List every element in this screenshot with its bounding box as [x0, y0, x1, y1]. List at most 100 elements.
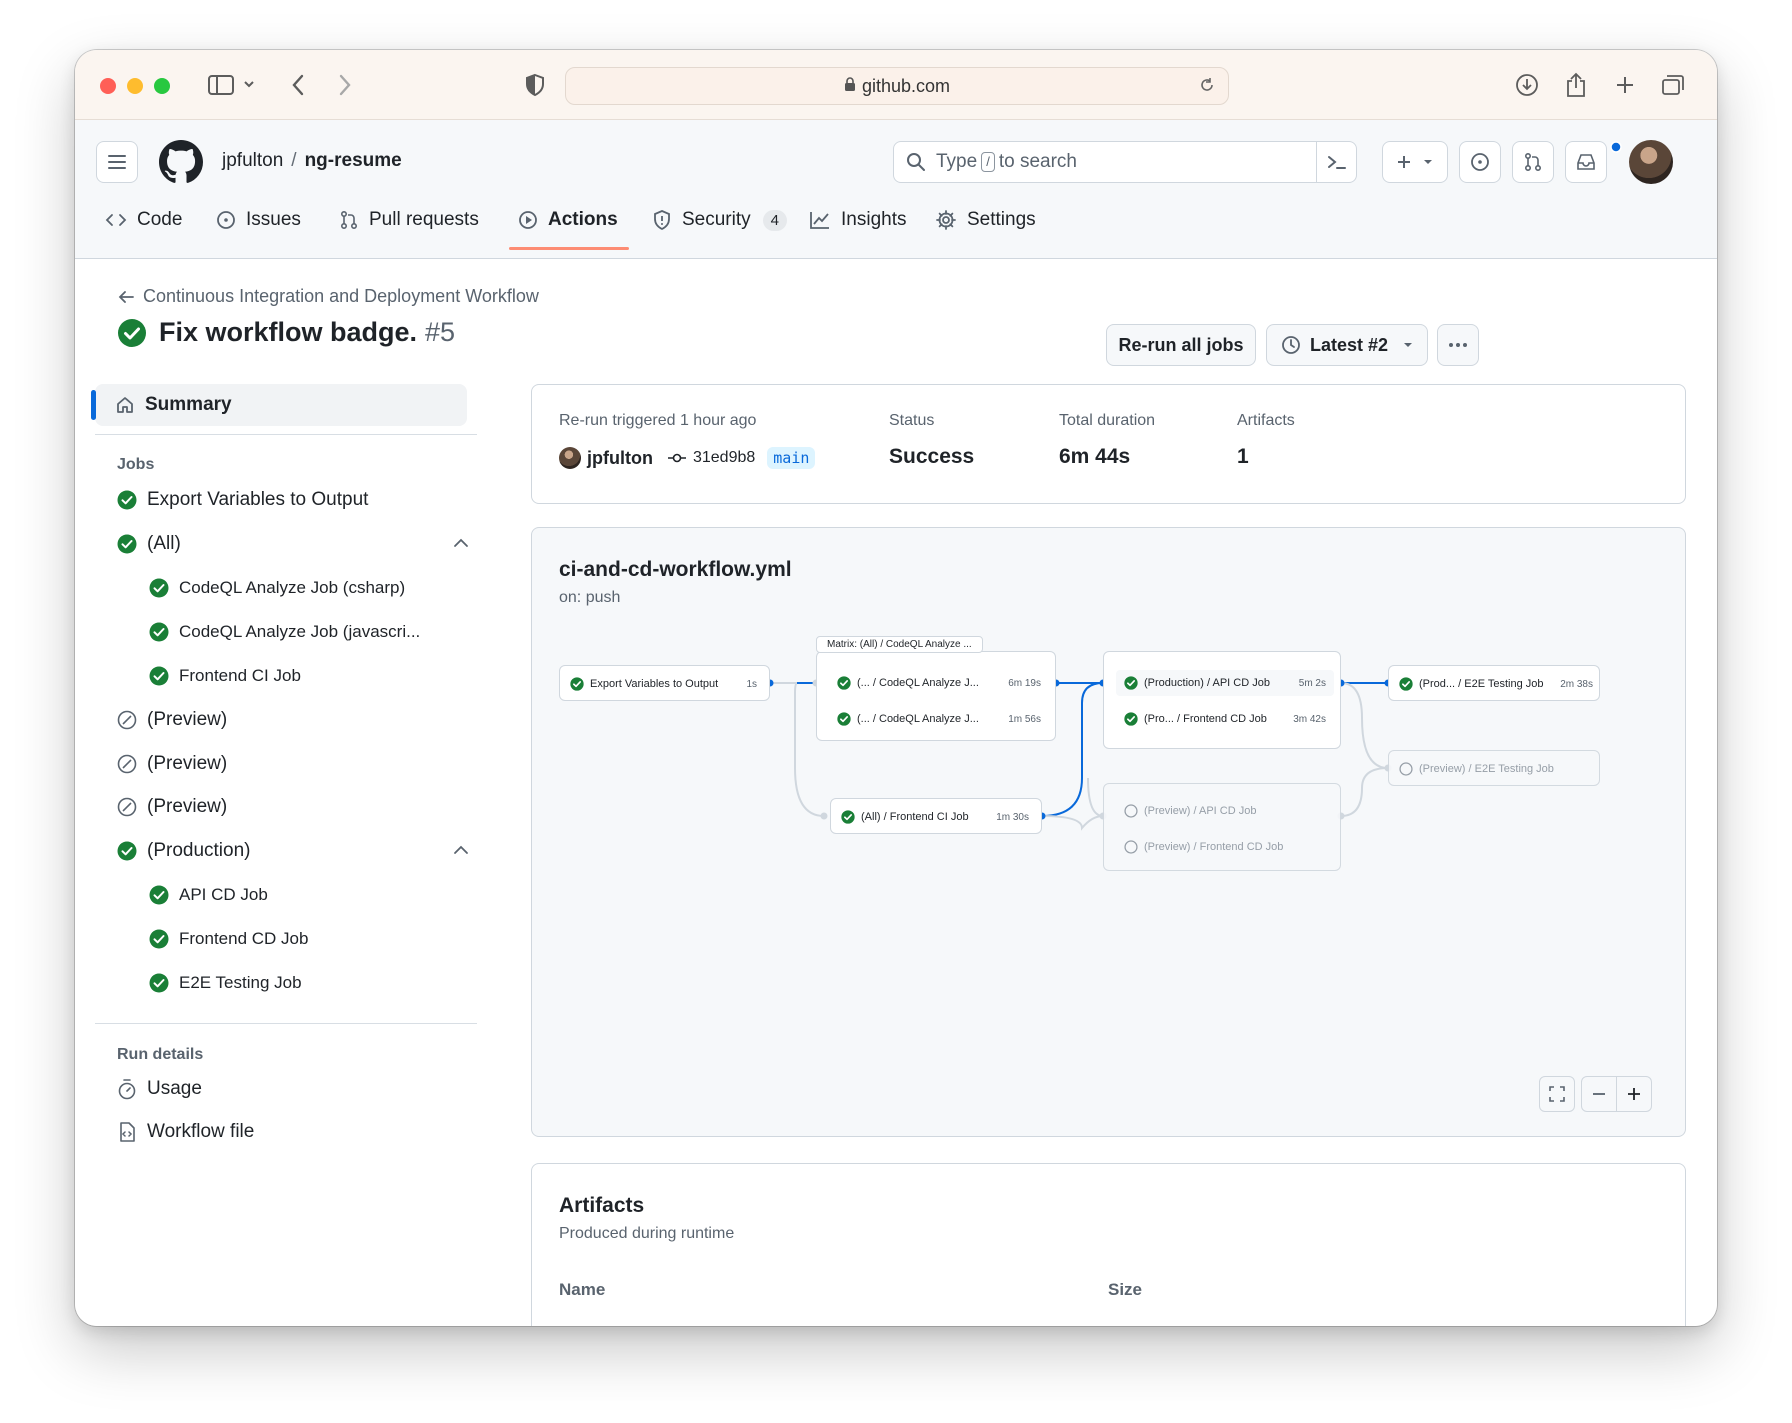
matrix-label: Matrix: (All) / CodeQL Analyze ... [816, 636, 983, 653]
graph-job-codeql-1[interactable]: (... / CodeQL Analyze J... 6m 19s [837, 670, 1049, 696]
search-input[interactable]: Type / to search [893, 141, 1357, 183]
graph-job-frontend-ci[interactable]: (All) / Frontend CI Job 1m 30s [830, 798, 1042, 834]
tab-actions[interactable]: Actions [518, 190, 618, 250]
commit-link[interactable]: 31ed9b8 [693, 449, 755, 467]
user-avatar[interactable] [1629, 140, 1673, 184]
rerun-all-jobs-button[interactable]: Re-run all jobs [1106, 324, 1256, 366]
fullscreen-button[interactable] [1539, 1076, 1575, 1112]
skip-icon [117, 710, 137, 730]
sidebar-item-label: E2E Testing Job [179, 973, 302, 992]
pull-requests-button[interactable] [1512, 141, 1554, 183]
graph-job-e2e-production[interactable]: (Prod... / E2E Testing Job 2m 38s [1388, 665, 1600, 701]
sidebar-job-preview-2[interactable]: (Preview) [117, 749, 227, 779]
issues-button[interactable] [1459, 141, 1501, 183]
duration-value: 6m 44s [1059, 445, 1131, 468]
command-palette-icon[interactable] [1316, 142, 1356, 182]
sidebar-item-summary[interactable]: Summary [91, 384, 467, 426]
tab-pull-requests[interactable]: Pull requests [339, 190, 479, 250]
menu-button[interactable] [96, 141, 138, 183]
sidebar-item-workflow-file[interactable]: Workflow file [117, 1117, 254, 1147]
sidebar-job-frontend-ci[interactable]: Frontend CI Job [149, 661, 301, 691]
forward-arrow-icon[interactable] [330, 70, 360, 100]
zoom-window-button[interactable] [154, 78, 170, 94]
attempt-select-button[interactable]: Latest #2 [1266, 324, 1428, 366]
graph-job-e2e-preview[interactable]: (Preview) / E2E Testing Job [1388, 750, 1600, 786]
tab-label: Code [137, 209, 183, 230]
sidebar-job-api-cd[interactable]: API CD Job [149, 880, 268, 910]
sidebar-job-export-variables[interactable]: Export Variables to Output [117, 485, 368, 515]
download-icon[interactable] [1512, 70, 1542, 100]
chevron-up-icon[interactable] [453, 538, 469, 548]
actor-link[interactable]: jpfulton [587, 448, 653, 469]
shield-icon[interactable] [520, 70, 550, 100]
inbox-button[interactable] [1565, 141, 1607, 183]
artifacts-column-size: Size [1108, 1280, 1143, 1299]
graph-job-production-api-cd[interactable]: (Production) / API CD Job 5m 2s [1116, 670, 1334, 696]
notification-dot-icon [1610, 141, 1622, 153]
graph-job-production-frontend-cd[interactable]: (Pro... / Frontend CD Job 3m 42s [1124, 706, 1334, 732]
branch-label[interactable]: main [767, 447, 816, 469]
sidebar-job-preview-3[interactable]: (Preview) [117, 792, 227, 822]
zoom-out-button[interactable] [1581, 1076, 1617, 1112]
sidebar-toggle-icon[interactable] [203, 70, 259, 100]
graph-matrix-codeql: (... / CodeQL Analyze J... 6m 19s (... /… [816, 651, 1056, 741]
check-circle-fill-icon [149, 666, 169, 686]
tab-issues[interactable]: Issues [216, 190, 301, 250]
sidebar-job-frontend-cd[interactable]: Frontend CD Job [149, 924, 308, 954]
check-circle-fill-icon [117, 841, 137, 861]
sidebar-job-codeql-csharp[interactable]: CodeQL Analyze Job (csharp) [149, 573, 405, 603]
home-icon [117, 397, 133, 413]
repo-nav: Code Issues Pull requests Actions Securi… [75, 190, 1717, 268]
sidebar-item-label: (All) [147, 533, 181, 554]
arrow-left-icon [118, 290, 134, 303]
tab-code[interactable]: Code [105, 190, 182, 250]
sidebar-job-e2e-testing[interactable]: E2E Testing Job [149, 968, 302, 998]
sidebar-item-usage[interactable]: Usage [117, 1074, 202, 1104]
zoom-in-button[interactable] [1616, 1076, 1652, 1112]
graph-job-preview-api-cd[interactable]: (Preview) / API CD Job [1124, 798, 1334, 824]
history-icon [1282, 336, 1300, 354]
close-window-button[interactable] [100, 78, 116, 94]
check-circle-fill-icon [117, 534, 137, 554]
tab-overview-icon[interactable] [1658, 70, 1688, 100]
check-circle-fill-icon [149, 578, 169, 598]
tab-settings[interactable]: Settings [935, 190, 1036, 250]
workflow-name: Continuous Integration and Deployment Wo… [143, 286, 539, 306]
reload-icon[interactable] [1198, 76, 1216, 99]
hamburger-icon [108, 155, 126, 169]
address-bar[interactable]: github.com [565, 67, 1229, 105]
graph-job-export-variables[interactable]: Export Variables to Output 1s [559, 665, 770, 701]
graph-job-duration: 1s [746, 678, 757, 690]
workflow-back-link[interactable]: Continuous Integration and Deployment Wo… [117, 286, 539, 307]
repo-link[interactable]: ng-resume [305, 150, 402, 171]
sidebar-job-codeql-javascript[interactable]: CodeQL Analyze Job (javascri... [149, 617, 420, 647]
tab-security[interactable]: Security 4 [652, 190, 787, 250]
share-icon[interactable] [1561, 70, 1591, 100]
artifacts-title: Artifacts [559, 1194, 645, 1217]
sidebar-job-group-production[interactable]: (Production) [117, 836, 251, 866]
owner-link[interactable]: jpfulton [222, 150, 283, 171]
more-options-button[interactable] [1437, 324, 1479, 366]
back-arrow-icon[interactable] [283, 70, 313, 100]
sidebar-job-group-all[interactable]: (All) [117, 529, 181, 559]
chevron-up-icon[interactable] [453, 845, 469, 855]
github-logo-icon[interactable] [159, 140, 203, 189]
sidebar-item-label: (Preview) [147, 753, 228, 774]
tab-insights[interactable]: Insights [809, 190, 906, 250]
inbox-icon [1577, 154, 1595, 170]
graph-job-duration: 1m 56s [1008, 713, 1041, 725]
graph-job-codeql-2[interactable]: (... / CodeQL Analyze J... 1m 56s [837, 706, 1049, 732]
run-number: #5 [425, 317, 456, 347]
repo-breadcrumb: jpfulton / ng-resume [222, 150, 402, 172]
page-title: Fix workflow badge. #5 [117, 317, 455, 348]
graph-job-preview-frontend-cd[interactable]: (Preview) / Frontend CD Job [1124, 834, 1334, 860]
attempt-label: Latest #2 [1309, 334, 1389, 355]
minimize-window-button[interactable] [127, 78, 143, 94]
sidebar-item-label: Frontend CI Job [179, 666, 301, 685]
sidebar-job-preview-1[interactable]: (Preview) [117, 705, 227, 735]
create-new-button[interactable] [1382, 141, 1448, 183]
run-page: Continuous Integration and Deployment Wo… [75, 259, 1717, 1326]
new-tab-icon[interactable] [1610, 70, 1640, 100]
artifacts-count: 1 [1237, 445, 1249, 468]
avatar[interactable] [559, 447, 581, 469]
